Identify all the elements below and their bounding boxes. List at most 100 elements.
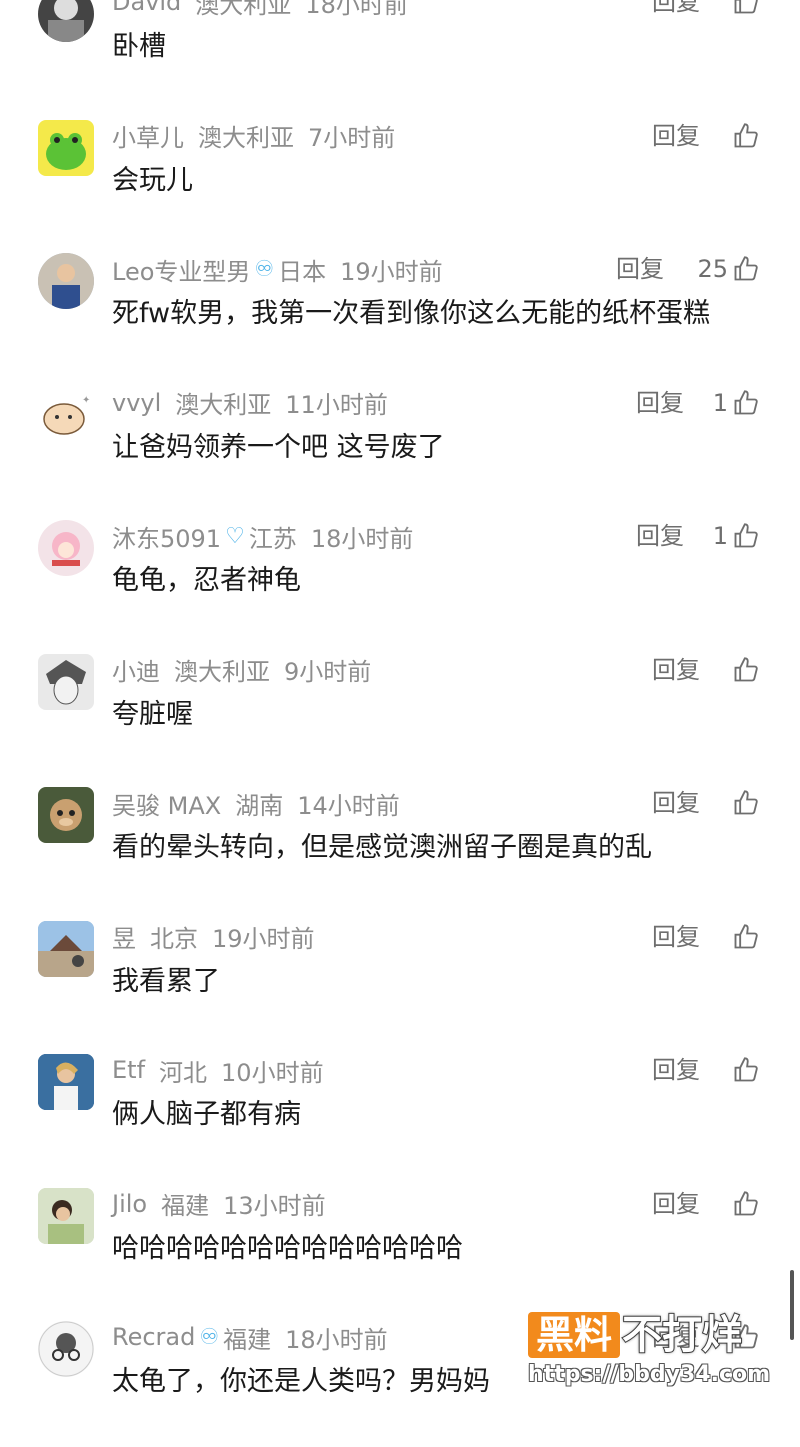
reply-button[interactable]: 回复 [636,516,684,556]
avatar[interactable] [38,653,94,710]
comment-item: Jilo 福建 13小时前 哈哈哈哈哈哈哈哈哈哈哈哈哈 回复 [0,1180,800,1314]
user-name[interactable]: David [112,0,181,16]
user-name[interactable]: Etf [112,1056,145,1084]
reply-button[interactable]: 回复 [636,383,684,423]
avatar[interactable] [38,253,94,309]
location: 北京 [150,925,198,953]
comment-text: 我看累了 [112,965,220,997]
user-name[interactable]: 小草儿 [112,118,184,153]
thumbs-up-icon [732,1056,760,1084]
comment-text: 哈哈哈哈哈哈哈哈哈哈哈哈哈 [112,1232,463,1264]
user-name[interactable]: Jilo [112,1190,147,1218]
comment-meta: 吴骏 MAX 湖南 14小时前 [112,783,400,823]
thumbs-up-icon [732,389,760,417]
comment-item: 昱 北京 19小时前 我看累了 回复 [0,913,800,1047]
user-name[interactable]: Leo专业型男 [112,252,250,287]
like-button[interactable] [728,0,760,22]
user-name[interactable]: 沐东5091 [112,519,221,554]
comment-meta: vvyl 澳大利亚 11小时前 [112,383,388,423]
comment-list: David 澳大利亚 18小时前 卧槽 回复 小草儿 澳大利亚 7小时前 会玩儿… [0,0,800,1447]
reply-button[interactable]: 回复 [652,917,700,957]
avatar[interactable] [38,1054,94,1110]
location: 澳大利亚 [174,658,270,686]
like-button[interactable] [728,116,760,156]
time: 11小时前 [285,391,388,419]
avatar[interactable] [38,0,94,42]
avatar[interactable]: ✦ [38,386,94,443]
like-count: 1 [712,388,728,417]
comment-item: 沐东5091 ♡ 江苏 18小时前 龟龟，忍者神龟 回复 1 [0,512,800,646]
thumbs-up-icon [732,122,760,150]
location: 福建 [223,1325,272,1354]
comment-text: 俩人脑子都有病 [112,1099,301,1130]
svg-text:✦: ✦ [82,395,90,406]
like-button[interactable]: 25 [697,249,760,289]
thumbs-up-icon [732,0,760,16]
location: 江苏 [248,524,297,553]
reply-button[interactable]: 回复 [652,116,700,156]
avatar[interactable] [38,1187,94,1244]
comment-item: 吴骏 MAX 湖南 14小时前 看的晕头转向，但是感觉澳洲留子圈是真的乱 回复 [0,779,800,913]
time: 10小时前 [221,1058,324,1087]
reply-button[interactable]: 回复 [616,249,664,289]
like-count: 25 [697,255,728,283]
like-button[interactable] [728,650,760,690]
like-button[interactable]: 1 [713,516,760,556]
comment-text: 龟龟，忍者神龟 [112,565,301,596]
watermark-url: https://bbdy34.com [528,1362,771,1387]
location: 澳大利亚 [195,0,292,19]
user-name[interactable]: vvyl [112,389,161,417]
time: 18小时前 [305,0,408,19]
like-button[interactable] [728,917,760,957]
like-button[interactable] [728,1184,760,1224]
time: 14小时前 [297,791,400,820]
reply-button[interactable]: 回复 [652,650,700,690]
thumbs-up-icon [732,255,760,283]
like-button[interactable] [728,1050,760,1090]
time: 13小时前 [223,1192,326,1220]
time: 9小时前 [284,658,372,686]
comment-meta: Etf 河北 10小时前 [112,1050,324,1090]
user-name[interactable]: 昱 [112,919,136,954]
avatar[interactable] [38,1321,94,1377]
comment-item: Leo专业型男 ♾ 日本 19小时前 死fw软男，我第一次看到像你这么无能的纸杯… [0,245,800,379]
comment-meta: Jilo 福建 13小时前 [112,1184,326,1224]
time: 18小时前 [310,524,414,553]
user-name[interactable]: Recrad [112,1323,195,1351]
comment-text: 卧槽 [112,31,166,62]
avatar[interactable] [38,787,94,843]
thumbs-up-icon [732,923,760,951]
avatar[interactable] [38,520,94,576]
thumbs-up-icon [732,522,760,550]
time: 18小时前 [285,1325,388,1354]
scrollbar[interactable] [790,1270,794,1340]
reply-button[interactable]: 回复 [652,0,700,22]
verified-badge-icon: ♡ [225,523,245,549]
reply-button[interactable]: 回复 [652,783,700,823]
comment-item: ✦ vvyl 澳大利亚 11小时前 让爸妈领养一个吧 这号废了 回复 1 [0,379,800,513]
location: 日本 [278,257,327,286]
reply-button[interactable]: 回复 [652,1184,700,1224]
user-name[interactable]: 小迪 [112,652,160,687]
avatar[interactable] [38,119,94,176]
like-button[interactable]: 1 [713,383,760,423]
comment-meta: 小迪 澳大利亚 9小时前 [112,650,371,690]
time: 7小时前 [308,124,396,152]
verified-badge-icon: ♾ [254,256,275,282]
comment-item: Etf 河北 10小时前 俩人脑子都有病 回复 [0,1046,800,1180]
comment-text: 夸脏喔 [112,698,193,730]
location: 湖南 [235,791,284,820]
comment-item: 小草儿 澳大利亚 7小时前 会玩儿 回复 [0,112,800,246]
thumbs-up-icon [732,1190,760,1218]
comment-meta: 沐东5091 ♡ 江苏 18小时前 [112,516,413,556]
avatar[interactable] [38,920,94,977]
user-name[interactable]: 吴骏 MAX [112,786,221,821]
reply-button[interactable]: 回复 [652,1050,700,1090]
verified-badge-icon: ♾ [199,1324,220,1350]
watermark-brand: 黑料 [528,1312,621,1358]
like-button[interactable] [728,783,760,823]
comment-meta: Recrad ♾ 福建 18小时前 [112,1317,388,1357]
thumbs-up-icon [732,656,760,684]
comment-text: 会玩儿 [112,164,193,196]
thumbs-up-icon [732,789,760,817]
